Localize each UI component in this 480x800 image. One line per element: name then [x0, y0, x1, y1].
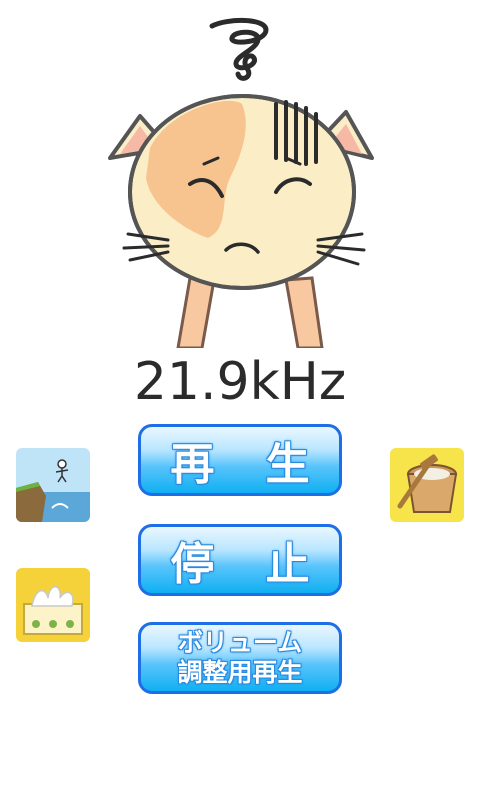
stop-button-label: 停 止	[170, 539, 328, 590]
tissue-box-app-icon[interactable]	[16, 568, 90, 642]
dizzy-cat-illustration	[108, 17, 374, 348]
dizzy-spiral-icon	[209, 17, 269, 81]
cliff-jump-app-icon[interactable]	[16, 448, 90, 522]
stop-button[interactable]: 停 止	[138, 524, 342, 596]
play-button[interactable]: 再 生	[138, 424, 342, 496]
volume-button-label-line2: 調整用再生	[177, 658, 303, 687]
volume-adjust-play-button[interactable]: ボリューム 調整用再生	[138, 622, 342, 694]
frequency-readout: 21.9kHz	[133, 352, 347, 412]
volume-button-label-line1: ボリューム	[177, 628, 303, 657]
play-button-label: 再 生	[170, 439, 328, 490]
rice-mortar-app-icon[interactable]	[390, 448, 464, 522]
